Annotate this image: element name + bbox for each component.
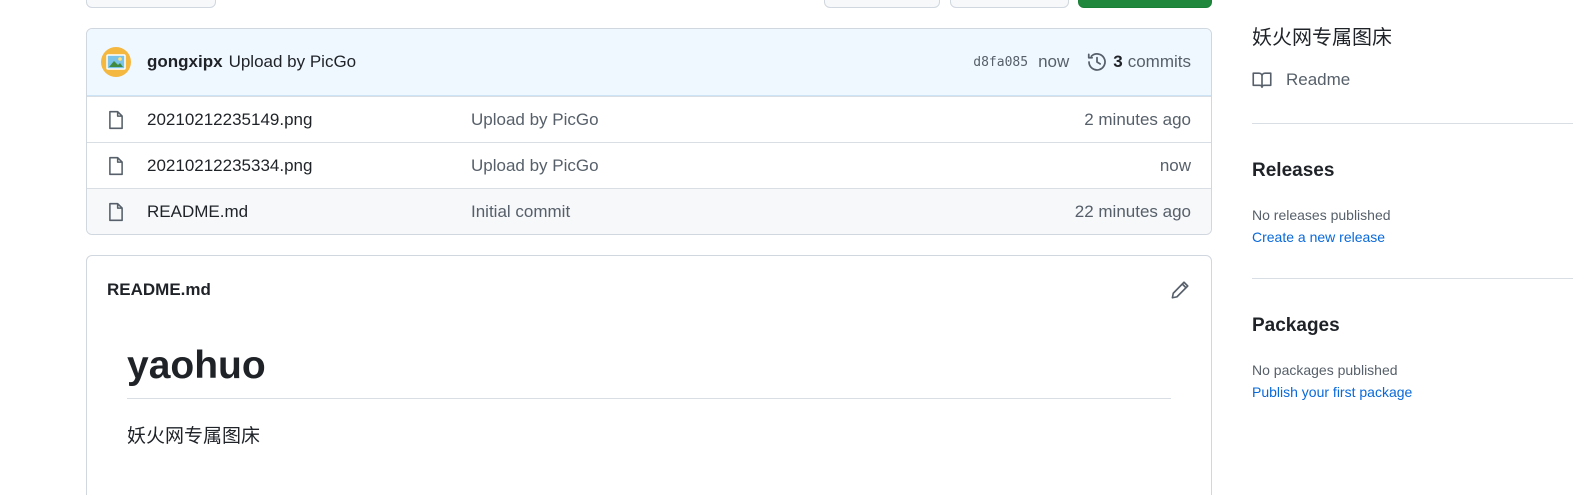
sidebar-divider	[1252, 123, 1573, 124]
readme-header: README.md	[87, 256, 1211, 324]
file-age: 22 minutes ago	[1074, 201, 1191, 221]
book-icon	[1252, 70, 1272, 90]
file-name-link[interactable]: 20210212235334.png	[147, 156, 471, 176]
file-age: 2 minutes ago	[1084, 109, 1191, 129]
readme-filename[interactable]: README.md	[107, 280, 211, 300]
file-row[interactable]: 20210212235149.png Upload by PicGo 2 min…	[87, 96, 1211, 142]
file-commit-link[interactable]: Upload by PicGo	[471, 110, 599, 130]
create-release-link[interactable]: Create a new release	[1252, 229, 1385, 245]
file-listing: gongxipx Upload by PicGo d8fa085 now 3 c…	[86, 28, 1212, 235]
file-icon	[107, 110, 127, 130]
commit-time: now	[1038, 52, 1070, 71]
readme-paragraph: 妖火网专属图床	[127, 426, 261, 447]
releases-empty-text: No releases published	[1252, 207, 1391, 223]
top-button-2[interactable]	[950, 0, 1069, 8]
file-commit-link[interactable]: Initial commit	[471, 202, 570, 222]
readme-heading: yaohuo	[127, 344, 1171, 399]
pencil-icon[interactable]	[1169, 279, 1191, 301]
about-description: 妖火网专属图床	[1252, 27, 1392, 49]
avatar[interactable]	[101, 47, 131, 77]
commits-link[interactable]: commits	[1128, 52, 1191, 72]
sidebar-divider	[1252, 278, 1573, 279]
file-icon	[107, 156, 127, 176]
releases-heading[interactable]: Releases	[1252, 160, 1334, 182]
publish-package-link[interactable]: Publish your first package	[1252, 384, 1412, 400]
file-name-link[interactable]: 20210212235149.png	[147, 110, 471, 130]
file-icon	[107, 202, 127, 222]
packages-heading[interactable]: Packages	[1252, 315, 1340, 337]
top-left-button[interactable]	[86, 0, 216, 8]
file-age: now	[1159, 155, 1191, 175]
commit-sha-link[interactable]: d8fa085	[973, 55, 1028, 70]
file-row[interactable]: 20210212235334.png Upload by PicGo now	[87, 142, 1211, 188]
code-button[interactable]	[1078, 0, 1212, 8]
readme-panel: README.md yaohuo 妖火网专属图床	[86, 255, 1212, 495]
avatar-image-icon	[106, 54, 126, 70]
sidebar-readme-label: Readme	[1286, 70, 1351, 89]
sidebar-readme-link[interactable]: Readme	[1252, 70, 1350, 90]
commit-message-link[interactable]: Upload by PicGo	[229, 52, 357, 72]
history-icon[interactable]	[1087, 52, 1107, 72]
packages-empty-text: No packages published	[1252, 362, 1398, 378]
latest-commit-bar: gongxipx Upload by PicGo d8fa085 now 3 c…	[87, 29, 1211, 96]
file-commit-link[interactable]: Upload by PicGo	[471, 156, 599, 176]
commit-author-link[interactable]: gongxipx	[147, 52, 223, 72]
commit-count[interactable]: 3	[1113, 52, 1122, 72]
file-row[interactable]: README.md Initial commit 22 minutes ago	[87, 188, 1211, 234]
top-button-1[interactable]	[824, 0, 940, 8]
file-name-link[interactable]: README.md	[147, 202, 471, 222]
